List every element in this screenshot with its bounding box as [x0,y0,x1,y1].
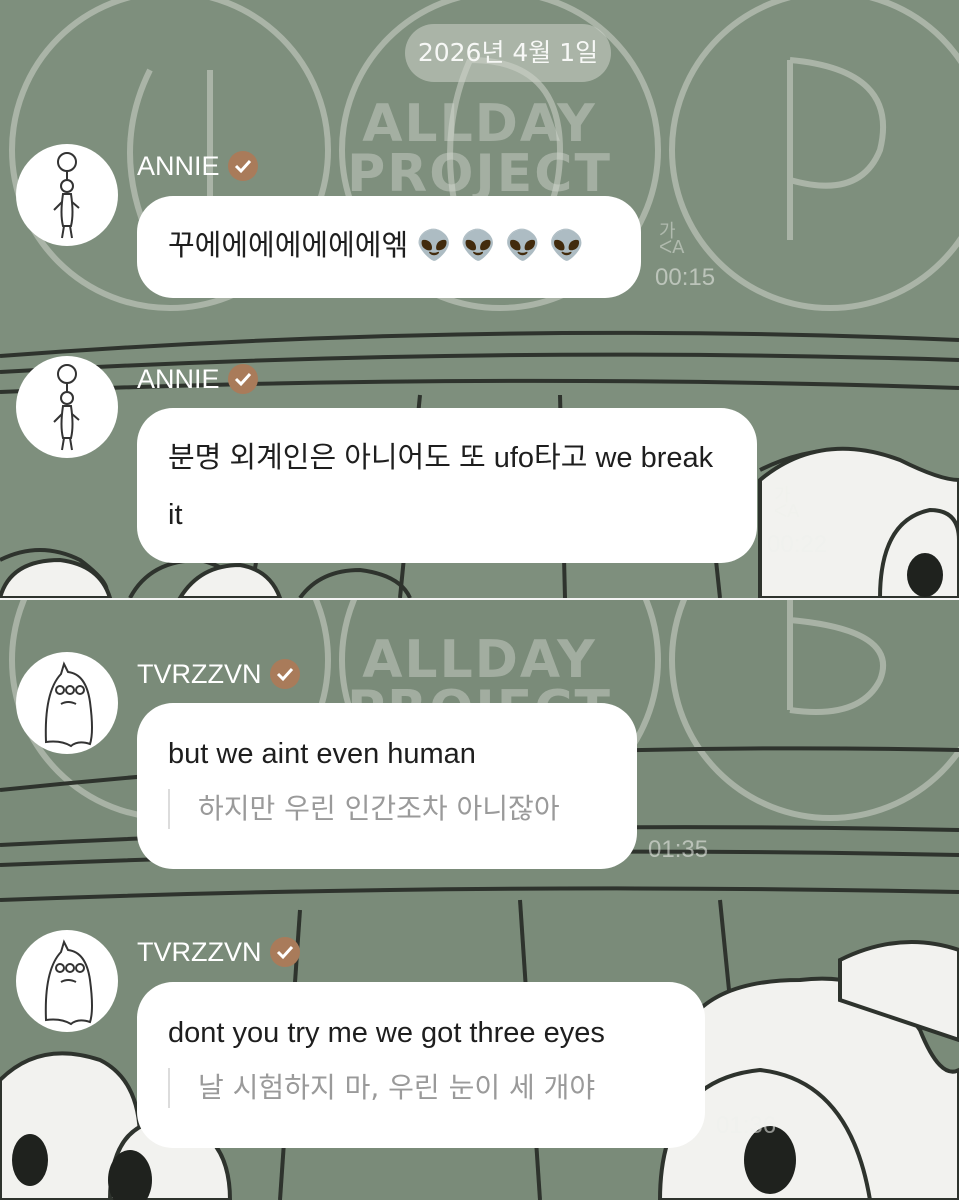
timestamp: 00:22 [767,531,828,558]
translate-icon[interactable]: 가 ᐸA [774,487,799,521]
message-text: dont you try me we got three eyes [168,1017,605,1049]
sender-name: ANNIE [137,150,220,181]
sender-name: TVRZZVN [137,658,262,689]
annie-sketch-icon [53,152,80,239]
chat-panel-top: ALLDAY PROJECT 2026년 4월 1일 ANNIE 꾸에에에에에에… [0,0,959,598]
timestamp: 01:35 [648,836,709,863]
translation-text: 날 시험하지 마, 우린 눈이 세 개야 [168,1068,674,1108]
message-bubble[interactable]: 꾸에에에에에에에엒 👽 👽 👽 👽 [137,196,641,298]
sender-row: ANNIE [137,361,258,397]
sender-row: TVRZZVN [137,656,300,692]
sender-row: TVRZZVN [137,934,300,970]
translation-text: 하지만 우린 인간조차 아니잖아 [168,789,606,829]
sender-row: ANNIE [137,148,258,184]
timestamp: 00:15 [655,264,716,291]
avatar-tvrzzvn[interactable] [16,930,118,1032]
avatar-annie[interactable] [16,144,118,246]
translate-icon[interactable]: 가 ᐸA [659,223,684,257]
date-separator: 2026년 4월 1일 [405,24,611,82]
avatar-annie[interactable] [16,356,118,458]
annie-sketch-icon [53,364,80,451]
avatar-tvrzzvn[interactable] [16,652,118,754]
message-text: but we aint even human [168,738,476,770]
timestamp: 01:36 [716,1112,777,1139]
chat-panel-bottom: ALLDAY PROJECT TVRZZVN but we aint even … [0,600,959,1200]
watermark-line1: ALLDAY [362,94,597,154]
tvrzzvn-ghost-icon [44,661,93,748]
message-text: 분명 외계인은 아니어도 또 ufo타고 we break it [168,442,714,531]
verified-check-icon [227,364,258,394]
message-bubble[interactable]: 분명 외계인은 아니어도 또 ufo타고 we break it [137,408,757,563]
verified-check-icon [269,937,300,967]
verified-check-icon [269,659,300,689]
tvrzzvn-ghost-icon [44,939,93,1026]
message-bubble[interactable]: dont you try me we got three eyes 날 시험하지… [137,982,705,1148]
message-text: 꾸에에에에에에에엒 👽 👽 👽 👽 [168,230,585,262]
message-bubble[interactable]: but we aint even human 하지만 우린 인간조차 아니잖아 [137,703,637,869]
sender-name: ANNIE [137,363,220,394]
sender-name: TVRZZVN [137,936,262,967]
verified-check-icon [227,151,258,181]
